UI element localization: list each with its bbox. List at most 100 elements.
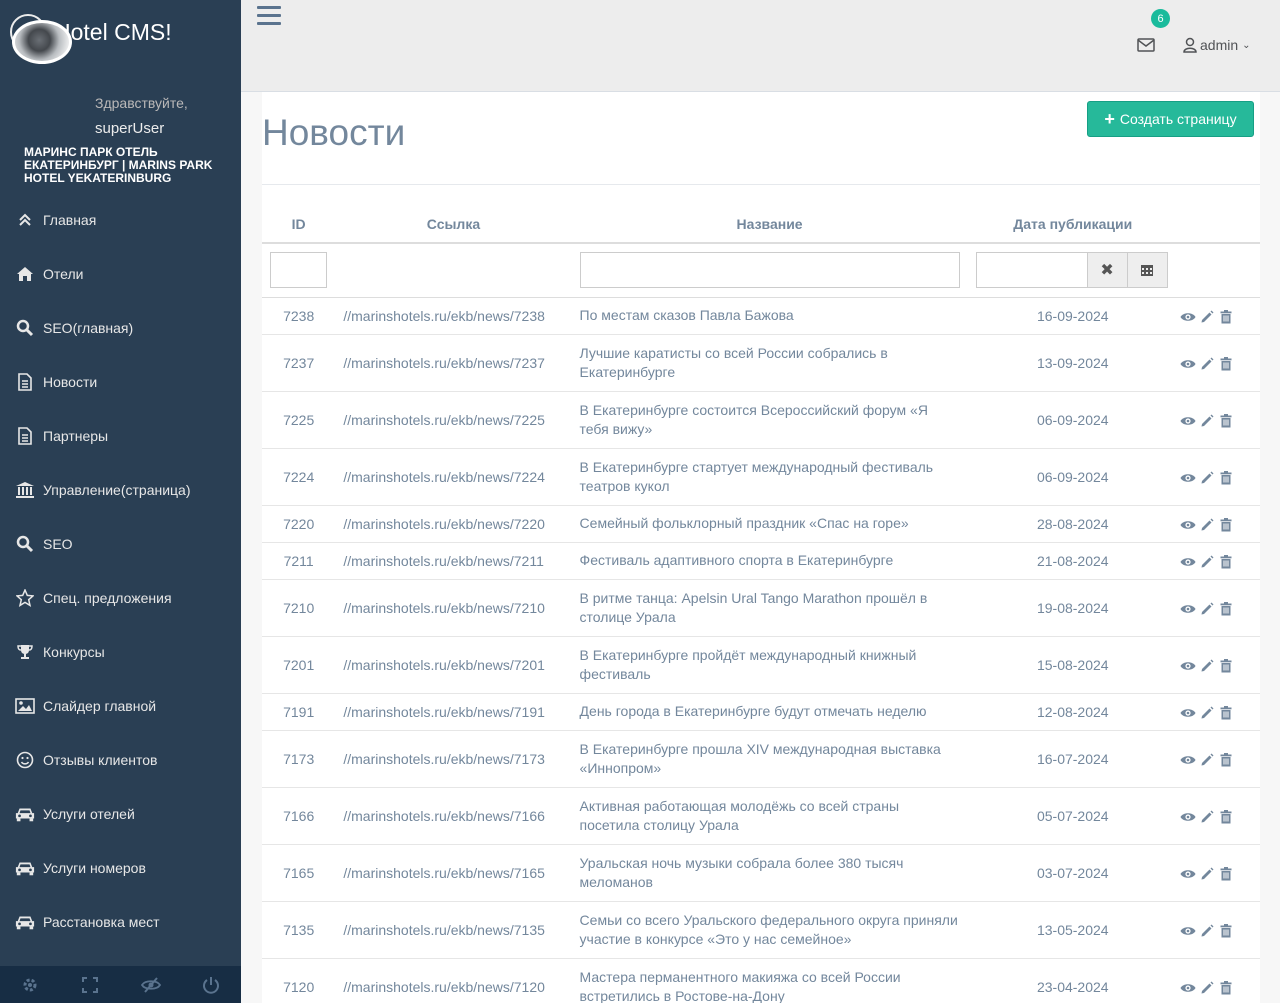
edit-icon[interactable] [1198, 981, 1214, 995]
cell-link: //marinshotels.ru/ekb/news/7237 [335, 334, 572, 392]
cell-date: 03-07-2024 [967, 844, 1178, 902]
gear-icon [23, 978, 37, 991]
sidebar-item-management[interactable]: Управление(страница) [0, 463, 241, 517]
edit-icon[interactable] [1198, 555, 1214, 569]
cell-date: 23-04-2024 [967, 958, 1178, 1003]
column-header-link[interactable]: Ссылка [335, 205, 572, 244]
cell-actions [1178, 787, 1260, 845]
delete-icon[interactable] [1216, 705, 1232, 720]
view-icon[interactable] [1180, 414, 1196, 428]
view-icon[interactable] [1180, 810, 1196, 824]
sidebar-item-special-offers[interactable]: Спец. предложения [0, 571, 241, 625]
lock-button[interactable] [121, 966, 181, 1003]
sidebar-item-hotel-services[interactable]: Услуги отелей [0, 787, 241, 841]
edit-icon[interactable] [1198, 924, 1214, 938]
name-filter-input[interactable] [579, 252, 960, 289]
edit-icon[interactable] [1198, 602, 1214, 616]
calendar-button[interactable] [1127, 252, 1168, 289]
sidebar-item-seo[interactable]: SEO [0, 517, 241, 571]
edit-icon[interactable] [1198, 867, 1214, 881]
cell-actions [1178, 505, 1260, 543]
id-filter-input[interactable] [270, 252, 327, 289]
cell-name: Уральская ночь музыки собрала более 380 … [571, 844, 968, 902]
delete-icon[interactable] [1216, 866, 1232, 881]
view-icon[interactable] [1180, 867, 1196, 881]
edit-icon[interactable] [1198, 518, 1214, 532]
fullscreen-button[interactable] [60, 966, 120, 1003]
sidebar-item-seating[interactable]: Расстановка мест [0, 895, 241, 949]
delete-icon[interactable] [1216, 752, 1232, 767]
view-icon[interactable] [1180, 518, 1196, 532]
sidebar-item-room-services[interactable]: Услуги номеров [0, 841, 241, 895]
date-filter-input[interactable] [975, 252, 1088, 289]
cell-id: 7135 [262, 901, 336, 959]
column-header-id[interactable]: ID [262, 205, 336, 244]
cell-name: По местам сказов Павла Бажова [571, 297, 968, 335]
mail-icon[interactable] [1137, 38, 1155, 54]
sidebar-item-hotels[interactable]: Отели [0, 247, 241, 301]
view-icon[interactable] [1180, 310, 1196, 324]
cell-date: 28-08-2024 [967, 505, 1178, 543]
edit-icon[interactable] [1198, 753, 1214, 767]
cell-actions [1178, 448, 1260, 506]
sidebar-item-label: Спец. предложения [43, 590, 172, 606]
view-icon[interactable] [1180, 659, 1196, 673]
sidebar-item-seo-main[interactable]: SEO(главная) [0, 301, 241, 355]
delete-icon[interactable] [1216, 923, 1232, 938]
sidebar-item-label: Слайдер главной [43, 698, 157, 714]
car-icon [15, 859, 35, 877]
logout-button[interactable] [181, 966, 241, 1003]
create-page-button[interactable]: + Создать страницу [1087, 101, 1254, 137]
delete-icon[interactable] [1216, 601, 1232, 616]
edit-icon[interactable] [1198, 414, 1214, 428]
menu-toggle-icon[interactable] [257, 6, 281, 28]
cell-name: Фестиваль адаптивного спорта в Екатеринб… [571, 542, 968, 580]
cell-name: Лучшие каратисты со всей России собралис… [571, 334, 968, 392]
clear-date-button[interactable]: ✖ [1087, 252, 1128, 289]
delete-icon[interactable] [1216, 517, 1232, 532]
delete-icon[interactable] [1216, 658, 1232, 673]
edit-icon[interactable] [1198, 659, 1214, 673]
view-icon[interactable] [1180, 471, 1196, 485]
cell-id: 7211 [262, 542, 336, 580]
sidebar-item-slider[interactable]: Слайдер главной [0, 679, 241, 733]
cell-link: //marinshotels.ru/ekb/news/7210 [335, 579, 572, 637]
edit-icon[interactable] [1198, 471, 1214, 485]
sidebar-item-contests[interactable]: Конкурсы [0, 625, 241, 679]
sidebar-item-news[interactable]: Новости [0, 355, 241, 409]
edit-icon[interactable] [1198, 310, 1214, 324]
sidebar-item-label: Управление(страница) [43, 482, 191, 498]
column-header-date[interactable]: Дата публикации [967, 205, 1178, 244]
delete-icon[interactable] [1216, 554, 1232, 569]
delete-icon[interactable] [1216, 809, 1232, 824]
edit-icon[interactable] [1198, 706, 1214, 720]
delete-icon[interactable] [1216, 356, 1232, 371]
delete-icon[interactable] [1216, 309, 1232, 324]
view-icon[interactable] [1180, 555, 1196, 569]
view-icon[interactable] [1180, 924, 1196, 938]
table-body: 7238//marinshotels.ru/ekb/news/7238 По ме… [262, 297, 1260, 1003]
sidebar: ⚓ Hotel CMS! Здравствуйте, superUser Мар… [0, 0, 241, 1003]
cell-actions [1178, 844, 1260, 902]
edit-icon[interactable] [1198, 357, 1214, 371]
edit-icon[interactable] [1198, 810, 1214, 824]
sidebar-item-partners[interactable]: Партнеры [0, 409, 241, 463]
sidebar-item-label: Услуги отелей [43, 806, 135, 822]
delete-icon[interactable] [1216, 470, 1232, 485]
sidebar-item-home[interactable]: Главная [0, 193, 241, 247]
delete-icon[interactable] [1216, 413, 1232, 428]
car-icon [15, 805, 35, 823]
user-menu[interactable]: admin ⌄ [1183, 37, 1251, 53]
delete-icon[interactable] [1216, 980, 1232, 995]
view-icon[interactable] [1180, 357, 1196, 371]
sidebar-item-reviews[interactable]: Отзывы клиентов [0, 733, 241, 787]
column-header-name[interactable]: Название [571, 205, 968, 244]
view-icon[interactable] [1180, 706, 1196, 720]
cell-id: 7224 [262, 448, 336, 506]
view-icon[interactable] [1180, 753, 1196, 767]
cell-actions [1178, 636, 1260, 694]
settings-button[interactable] [0, 966, 60, 1003]
view-icon[interactable] [1180, 981, 1196, 995]
view-icon[interactable] [1180, 602, 1196, 616]
chevron-down-icon: ⌄ [1242, 39, 1251, 51]
